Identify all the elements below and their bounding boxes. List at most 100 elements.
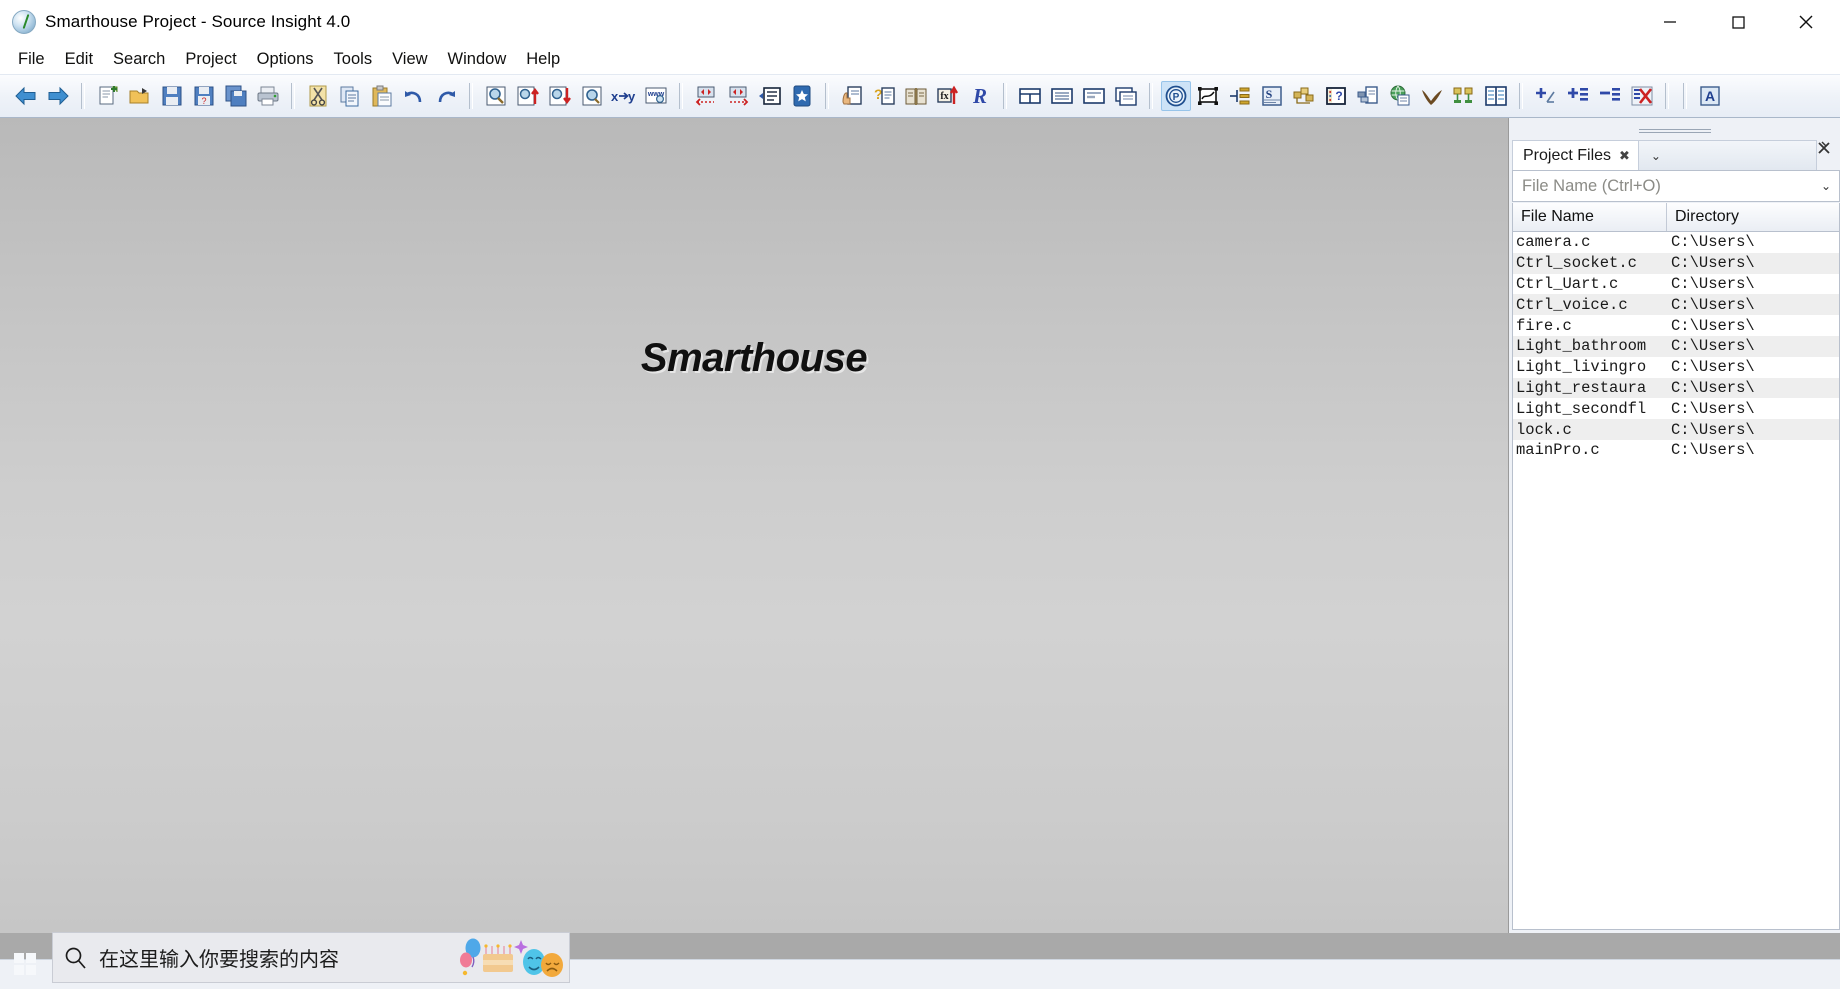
dock-drag-handle[interactable] bbox=[1509, 124, 1840, 134]
tab-project-files[interactable]: Project Files ✖ bbox=[1513, 141, 1639, 170]
search-files-icon[interactable] bbox=[577, 81, 607, 111]
back-icon[interactable] bbox=[11, 81, 41, 111]
relation-window-icon[interactable]: R bbox=[965, 81, 995, 111]
file-name-search-input[interactable]: File Name (Ctrl+O) bbox=[1513, 177, 1813, 196]
save-all-icon[interactable] bbox=[221, 81, 251, 111]
table-row[interactable]: mainPro.c C:\Users\ bbox=[1513, 440, 1839, 461]
add-item-icon[interactable] bbox=[1563, 81, 1593, 111]
delete-item-icon[interactable] bbox=[1627, 81, 1657, 111]
table-row[interactable]: Light_bathroom C:\Users\ bbox=[1513, 335, 1839, 357]
new-file-icon[interactable] bbox=[93, 81, 123, 111]
table-row[interactable]: fire.c C:\Users\ bbox=[1513, 315, 1839, 336]
bookmark-icon[interactable] bbox=[787, 81, 817, 111]
jump-forward-icon[interactable] bbox=[723, 81, 753, 111]
symbol-window-icon[interactable] bbox=[1193, 81, 1223, 111]
search-icon[interactable] bbox=[481, 81, 511, 111]
save-as-icon[interactable]: ? bbox=[189, 81, 219, 111]
compare-files-icon[interactable] bbox=[1449, 81, 1479, 111]
tab-label: Project Files bbox=[1523, 146, 1612, 164]
paste-icon[interactable] bbox=[367, 81, 397, 111]
clip-window-icon[interactable]: ? bbox=[1321, 81, 1351, 111]
cut-icon[interactable] bbox=[303, 81, 333, 111]
maximize-button[interactable] bbox=[1704, 0, 1772, 44]
menu-item-search[interactable]: Search bbox=[103, 48, 175, 71]
tab-close-icon[interactable]: ✖ bbox=[1619, 148, 1630, 164]
table-row[interactable]: Ctrl_socket.c C:\Users\ bbox=[1513, 252, 1839, 274]
tile-windows-icon[interactable] bbox=[1015, 81, 1045, 111]
menu-item-project[interactable]: Project bbox=[175, 48, 246, 71]
toolbar-separator bbox=[291, 83, 295, 109]
print-icon[interactable] bbox=[253, 81, 283, 111]
close-button[interactable] bbox=[1772, 0, 1840, 44]
file-name-search-box[interactable]: File Name (Ctrl+O) ⌄ bbox=[1512, 170, 1840, 202]
forward-icon[interactable] bbox=[43, 81, 73, 111]
column-header-file-name[interactable]: File Name bbox=[1513, 203, 1667, 231]
cell-directory: C:\Users\ bbox=[1671, 254, 1755, 273]
cell-file-name: camera.c bbox=[1516, 233, 1591, 252]
chevron-down-icon[interactable]: ⌄ bbox=[1813, 179, 1839, 193]
function-jump-icon[interactable]: fx bbox=[933, 81, 963, 111]
cascade-windows-icon[interactable] bbox=[1111, 81, 1141, 111]
minimize-button[interactable] bbox=[1636, 0, 1704, 44]
toolbar-separator bbox=[825, 83, 829, 109]
jump-back-icon[interactable] bbox=[691, 81, 721, 111]
project-files-grid[interactable]: File Name Directory camera.c C:\Users\ C… bbox=[1512, 203, 1840, 930]
cell-directory: C:\Users\ bbox=[1671, 358, 1755, 377]
search-forward-icon[interactable] bbox=[545, 81, 575, 111]
vertical-split-icon[interactable] bbox=[1079, 81, 1109, 111]
remove-item-icon[interactable] bbox=[1595, 81, 1625, 111]
search-web-icon[interactable]: www bbox=[641, 81, 671, 111]
open-file-icon[interactable] bbox=[125, 81, 155, 111]
toolbar: ? x y www ? fx R P S ? A bbox=[0, 74, 1840, 118]
cell-file-name: Light_secondfl bbox=[1516, 399, 1647, 418]
document-options-icon[interactable] bbox=[1353, 81, 1383, 111]
table-row[interactable]: camera.c C:\Users\ bbox=[1513, 232, 1839, 253]
add-file-icon[interactable] bbox=[1531, 81, 1561, 111]
symbol-info-icon[interactable]: ? bbox=[869, 81, 899, 111]
horizontal-split-icon[interactable] bbox=[1047, 81, 1077, 111]
table-row[interactable]: Ctrl_voice.c C:\Users\ bbox=[1513, 294, 1839, 316]
svg-text:y: y bbox=[628, 89, 636, 104]
search-backward-icon[interactable] bbox=[513, 81, 543, 111]
window-controls bbox=[1636, 0, 1840, 44]
menu-item-tools[interactable]: Tools bbox=[324, 48, 383, 71]
menu-item-edit[interactable]: Edit bbox=[55, 48, 103, 71]
start-button[interactable] bbox=[4, 947, 46, 981]
copy-icon[interactable] bbox=[335, 81, 365, 111]
chevron-down-icon[interactable]: ⌄ bbox=[1639, 141, 1673, 170]
table-row[interactable]: Light_livingro C:\Users\ bbox=[1513, 357, 1839, 378]
menu-item-view[interactable]: View bbox=[382, 48, 437, 71]
browse-references-icon[interactable] bbox=[901, 81, 931, 111]
bird-icon[interactable] bbox=[1417, 81, 1447, 111]
taskbar-search-box[interactable]: 在这里输入你要搜索的内容 bbox=[52, 932, 570, 983]
dock-close-button[interactable] bbox=[1814, 138, 1834, 158]
menu-item-help[interactable]: Help bbox=[516, 48, 570, 71]
go-to-line-icon[interactable] bbox=[755, 81, 785, 111]
undo-icon[interactable] bbox=[399, 81, 429, 111]
browse-project-icon[interactable] bbox=[1385, 81, 1415, 111]
source-window-icon[interactable]: S bbox=[1257, 81, 1287, 111]
side-by-side-icon[interactable] bbox=[1481, 81, 1511, 111]
font-icon[interactable]: A bbox=[1695, 81, 1725, 111]
save-icon[interactable] bbox=[157, 81, 187, 111]
context-window-icon[interactable] bbox=[1225, 81, 1255, 111]
menu-item-file[interactable]: File bbox=[8, 48, 55, 71]
editor-client-area[interactable]: Smarthouse bbox=[0, 118, 1509, 933]
replace-icon[interactable]: xy bbox=[609, 81, 639, 111]
select-symbol-icon[interactable] bbox=[837, 81, 867, 111]
table-row[interactable]: Ctrl_Uart.c C:\Users\ bbox=[1513, 274, 1839, 295]
menu-item-window[interactable]: Window bbox=[438, 48, 517, 71]
column-header-directory[interactable]: Directory bbox=[1667, 203, 1839, 231]
menu-item-options[interactable]: Options bbox=[247, 48, 324, 71]
redo-icon[interactable] bbox=[431, 81, 461, 111]
table-row[interactable]: Light_secondfl C:\Users\ bbox=[1513, 398, 1839, 419]
table-row[interactable]: Light_restaura C:\Users\ bbox=[1513, 377, 1839, 399]
toolbar-separator bbox=[1519, 83, 1523, 109]
file-list-icon[interactable] bbox=[1289, 81, 1319, 111]
table-row[interactable]: lock.c C:\Users\ bbox=[1513, 419, 1839, 440]
cell-directory: C:\Users\ bbox=[1671, 316, 1755, 335]
taskbar-search-input[interactable]: 在这里输入你要搜索的内容 bbox=[99, 943, 459, 972]
search-icon bbox=[53, 945, 99, 971]
cell-file-name: Light_bathroom bbox=[1516, 337, 1647, 356]
project-window-icon[interactable]: P bbox=[1161, 81, 1191, 111]
